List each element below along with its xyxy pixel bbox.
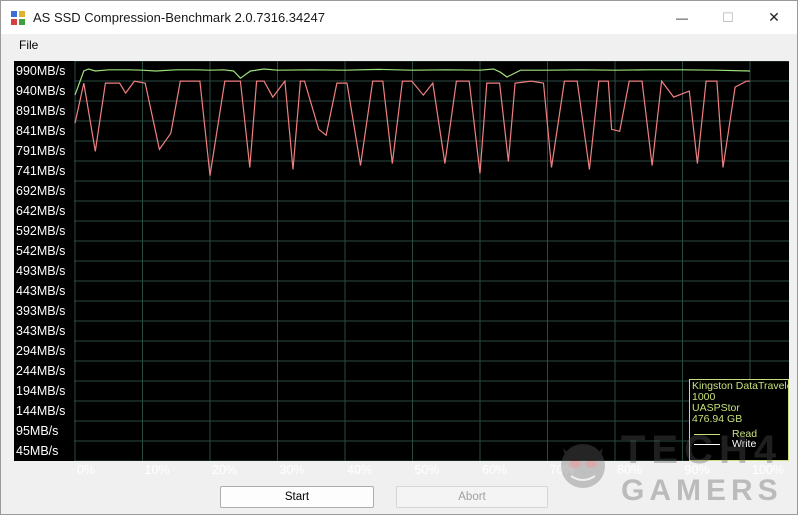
x-tick-label: 50% <box>414 463 440 477</box>
y-tick-label: 343MB/s <box>16 324 66 338</box>
menu-bar: File <box>1 34 797 58</box>
x-tick-label: 90% <box>684 463 710 477</box>
y-tick-label: 244MB/s <box>16 364 66 378</box>
y-tick-label: 841MB/s <box>16 124 66 138</box>
y-tick-label: 443MB/s <box>16 284 66 298</box>
x-tick-label: 30% <box>279 463 305 477</box>
x-tick-label: 60% <box>482 463 508 477</box>
abort-button[interactable]: Abort <box>396 486 548 508</box>
y-tick-label: 741MB/s <box>16 164 66 178</box>
y-tick-label: 642MB/s <box>16 204 66 218</box>
window-title: AS SSD Compression-Benchmark 2.0.7316.34… <box>33 10 325 25</box>
y-tick-label: 891MB/s <box>16 104 66 118</box>
minimize-icon: — <box>676 10 688 25</box>
y-tick-label: 990MB/s <box>16 64 66 78</box>
x-tick-label: 0% <box>77 463 96 477</box>
x-tick-label: 70% <box>549 463 575 477</box>
legend-write-label: Write <box>732 438 757 450</box>
benchmark-app-icon <box>11 11 25 25</box>
menu-file[interactable]: File <box>19 38 38 52</box>
x-tick-label: 100% <box>752 463 784 477</box>
close-button[interactable]: ✕ <box>751 1 797 34</box>
legend-device-size: 476.94 GB <box>692 413 743 425</box>
y-tick-label: 542MB/s <box>16 244 66 258</box>
x-tick-label: 20% <box>212 463 238 477</box>
y-tick-label: 940MB/s <box>16 84 66 98</box>
x-tick-label: 80% <box>617 463 643 477</box>
x-tick-label: 40% <box>347 463 373 477</box>
y-tick-label: 393MB/s <box>16 304 66 318</box>
y-tick-label: 95MB/s <box>16 424 59 438</box>
y-tick-label: 45MB/s <box>16 444 59 458</box>
y-tick-label: 791MB/s <box>16 144 66 158</box>
maximize-icon: ☐ <box>722 9 734 25</box>
chart-plot-area <box>74 61 789 461</box>
y-tick-label: 592MB/s <box>16 224 66 238</box>
start-button[interactable]: Start <box>220 486 374 508</box>
legend-write-swatch <box>694 444 720 445</box>
maximize-button[interactable]: ☐ <box>705 1 751 34</box>
chart-legend: Kingston DataTraveler 1000 UASPStor 476.… <box>689 379 789 461</box>
y-tick-label: 493MB/s <box>16 264 66 278</box>
y-tick-label: 294MB/s <box>16 344 66 358</box>
title-bar[interactable]: AS SSD Compression-Benchmark 2.0.7316.34… <box>1 1 797 34</box>
app-window: AS SSD Compression-Benchmark 2.0.7316.34… <box>0 0 798 515</box>
benchmark-chart: 990MB/s 940MB/s 891MB/s 841MB/s 791MB/s 741MB… <box>14 61 789 477</box>
minimize-button[interactable]: — <box>659 1 705 34</box>
legend-read-swatch <box>694 434 720 435</box>
y-tick-label: 194MB/s <box>16 384 66 398</box>
y-tick-label: 692MB/s <box>16 184 66 198</box>
y-tick-label: 144MB/s <box>16 404 66 418</box>
x-tick-label: 10% <box>144 463 170 477</box>
watermark-line2: GAMERS <box>621 474 783 507</box>
close-icon: ✕ <box>768 9 780 25</box>
